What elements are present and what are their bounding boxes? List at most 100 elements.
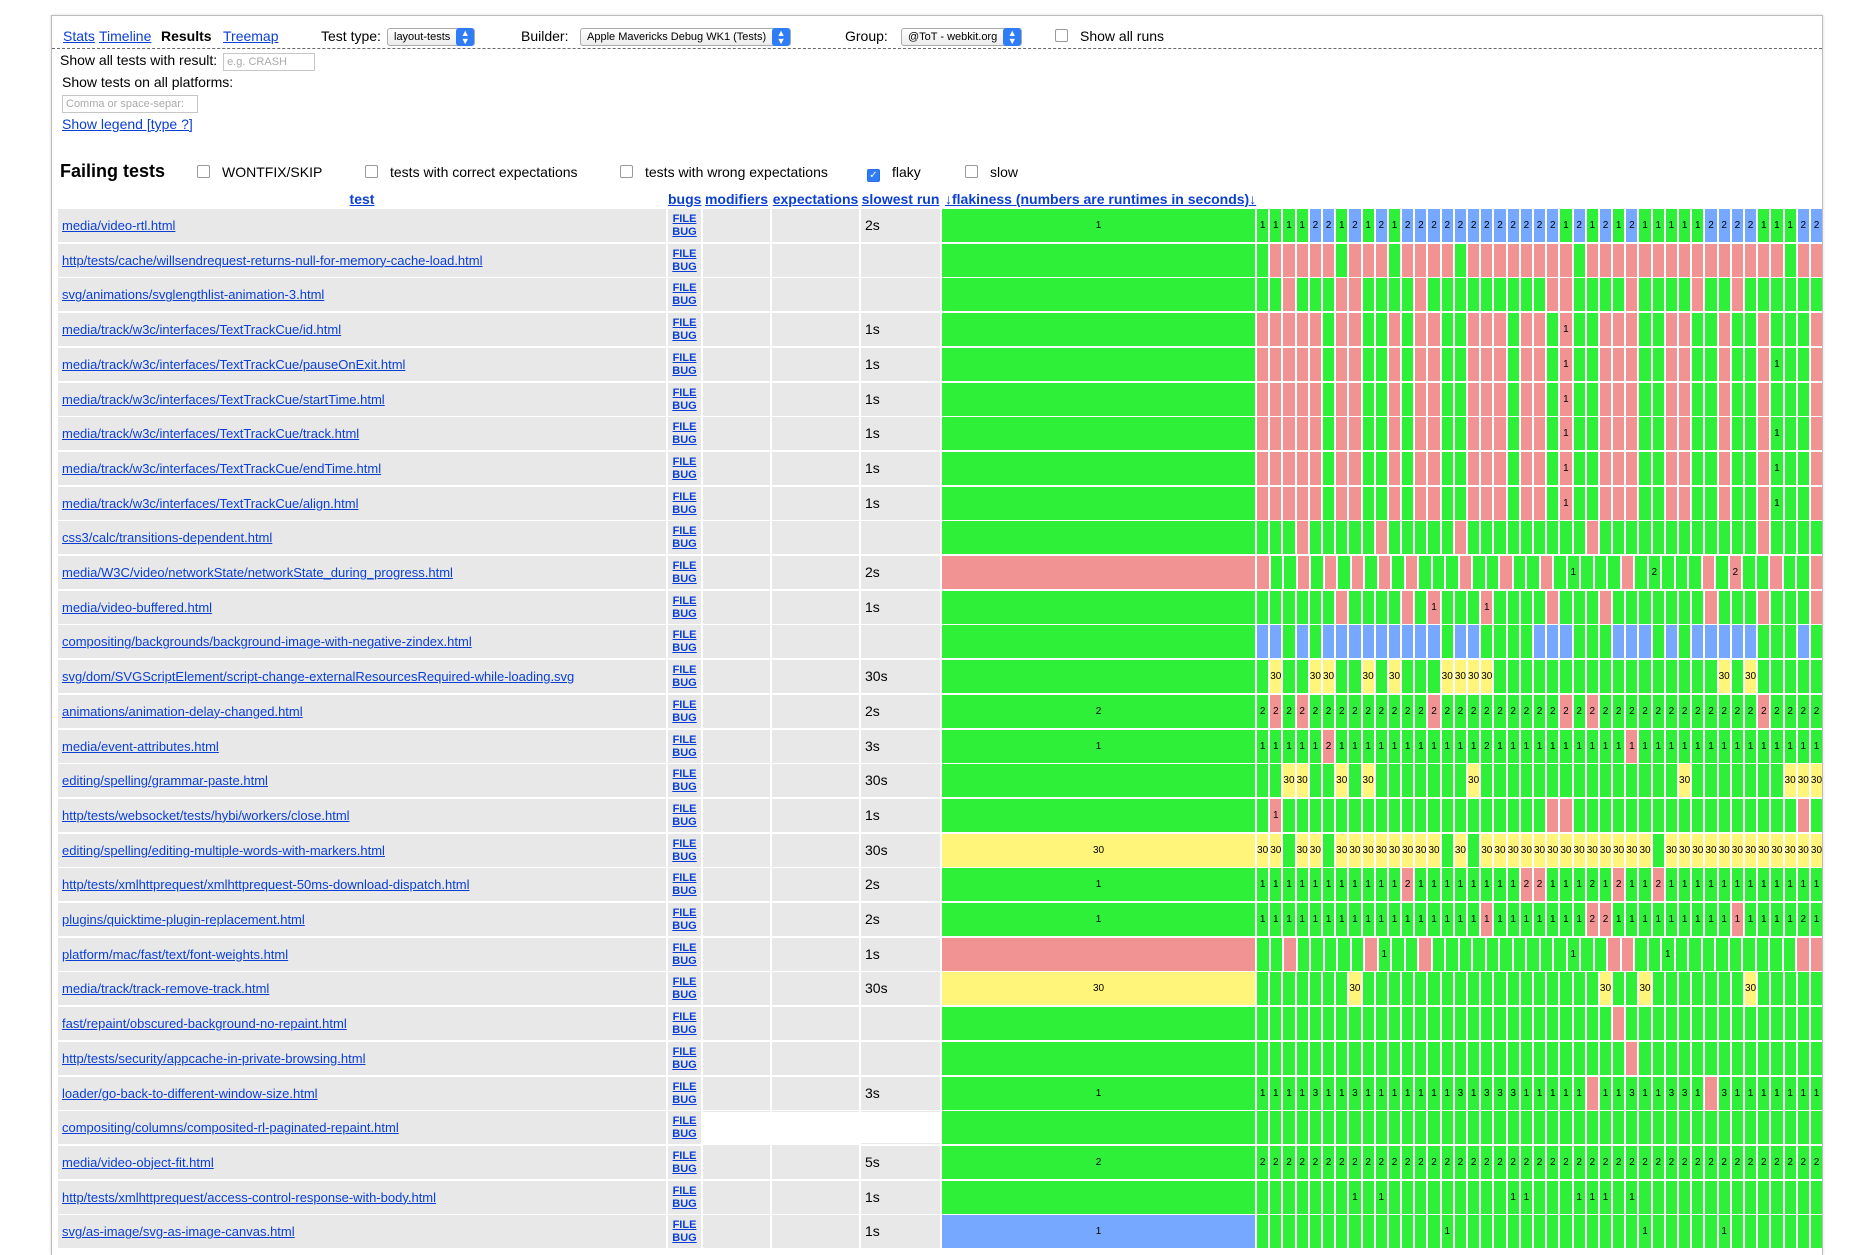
run-result-cell[interactable]	[1415, 521, 1427, 555]
run-result-cell[interactable]	[1679, 1111, 1691, 1145]
run-result-cell[interactable]: 30	[1758, 833, 1770, 867]
run-result-cell[interactable]	[1705, 382, 1717, 416]
run-result-cell[interactable]	[1454, 521, 1466, 555]
run-result-cell[interactable]: 1	[1771, 729, 1783, 763]
run-result-cell[interactable]: 1	[1322, 903, 1335, 936]
run-result-cell[interactable]	[1705, 278, 1717, 312]
run-result-cell[interactable]	[1533, 1111, 1546, 1145]
run-result-cell[interactable]: 1	[1797, 1076, 1809, 1110]
run-result-cell[interactable]: 2	[1507, 209, 1519, 242]
run-result-cell[interactable]	[1784, 625, 1796, 659]
run-result-cell[interactable]	[1692, 451, 1704, 485]
run-result-cell[interactable]	[1626, 278, 1638, 312]
column-bugs[interactable]: bugs	[668, 191, 701, 207]
run-result-cell[interactable]	[1744, 486, 1757, 520]
run-result-cell[interactable]	[1494, 1007, 1506, 1041]
run-result-cell[interactable]	[1441, 1041, 1453, 1075]
run-result-cell[interactable]	[1731, 1111, 1743, 1145]
run-result-cell[interactable]	[1679, 451, 1691, 485]
run-result-cell[interactable]	[1665, 1215, 1677, 1249]
run-result-cell[interactable]	[1705, 1076, 1717, 1110]
run-result-cell[interactable]	[1284, 556, 1296, 589]
run-result-cell[interactable]	[1283, 833, 1295, 867]
run-result-cell[interactable]	[1375, 798, 1387, 832]
run-result-cell[interactable]	[1454, 278, 1466, 312]
run-result-cell[interactable]	[1494, 1041, 1506, 1075]
run-result-cell[interactable]	[1770, 937, 1782, 971]
run-result-cell[interactable]	[1692, 972, 1704, 1006]
run-result-cell[interactable]	[1494, 798, 1506, 832]
summary-result-cell[interactable]: 30	[942, 972, 1255, 1006]
run-result-cell[interactable]	[1520, 347, 1532, 381]
run-result-cell[interactable]: 1	[1494, 868, 1506, 902]
run-result-cell[interactable]: 2	[1309, 694, 1321, 728]
run-result-cell[interactable]	[1507, 347, 1519, 381]
run-result-cell[interactable]: 2	[1428, 694, 1440, 728]
run-result-cell[interactable]	[1270, 521, 1282, 555]
run-result-cell[interactable]	[1547, 590, 1559, 624]
run-result-cell[interactable]	[1336, 1180, 1348, 1214]
run-result-cell[interactable]	[1547, 798, 1559, 832]
run-result-cell[interactable]	[1402, 764, 1414, 798]
test-link[interactable]: plugins/quicktime-plugin-replacement.htm…	[62, 912, 305, 927]
run-result-cell[interactable]: 1	[1533, 729, 1546, 763]
run-result-cell[interactable]	[1692, 243, 1704, 277]
run-result-cell[interactable]	[1573, 590, 1585, 624]
run-result-cell[interactable]	[1257, 1215, 1269, 1249]
run-result-cell[interactable]: 1	[1639, 729, 1651, 763]
run-result-cell[interactable]	[1705, 243, 1717, 277]
run-result-cell[interactable]: 1	[1771, 903, 1783, 936]
run-result-cell[interactable]	[1613, 972, 1625, 1006]
run-result-cell[interactable]	[1533, 764, 1546, 798]
file-bug-link[interactable]: FILE	[673, 1150, 697, 1162]
run-result-cell[interactable]	[1309, 1111, 1321, 1145]
run-result-cell[interactable]	[1771, 1007, 1783, 1041]
platforms-filter-input[interactable]: Comma or space-separ:	[62, 95, 198, 113]
run-result-cell[interactable]	[1581, 556, 1593, 589]
run-result-cell[interactable]	[1648, 937, 1660, 971]
run-result-cell[interactable]	[1283, 451, 1295, 485]
run-result-cell[interactable]	[1586, 313, 1598, 347]
run-result-cell[interactable]: 1	[1349, 1180, 1361, 1214]
run-result-cell[interactable]	[1679, 347, 1691, 381]
run-result-cell[interactable]: 30	[1388, 833, 1401, 867]
file-bug-link[interactable]: FILE	[673, 491, 697, 503]
run-result-cell[interactable]	[1540, 556, 1552, 589]
run-result-cell[interactable]	[1405, 937, 1417, 971]
run-result-cell[interactable]	[1692, 764, 1704, 798]
summary-result-cell[interactable]	[942, 382, 1255, 416]
run-result-cell[interactable]	[1446, 937, 1458, 971]
run-result-cell[interactable]: 1	[1454, 903, 1466, 936]
run-result-cell[interactable]	[1415, 1111, 1427, 1145]
run-result-cell[interactable]: 1	[1744, 1076, 1757, 1110]
run-result-cell[interactable]: 30	[1402, 833, 1414, 867]
run-result-cell[interactable]	[1362, 417, 1374, 451]
run-result-cell[interactable]: 1	[1771, 417, 1783, 451]
run-result-cell[interactable]	[1758, 486, 1770, 520]
run-result-cell[interactable]	[1494, 625, 1506, 659]
summary-result-cell[interactable]	[942, 278, 1255, 312]
nav-timeline-link[interactable]: Timeline	[99, 28, 151, 44]
run-result-cell[interactable]	[1626, 347, 1638, 381]
run-result-cell[interactable]	[1652, 660, 1664, 694]
run-result-cell[interactable]: 1	[1454, 868, 1466, 902]
run-result-cell[interactable]	[1446, 556, 1458, 589]
run-result-cell[interactable]	[1481, 1215, 1493, 1249]
bug-link[interactable]: BUG	[672, 573, 696, 585]
run-result-cell[interactable]	[1626, 625, 1638, 659]
run-result-cell[interactable]	[1599, 382, 1612, 416]
run-result-cell[interactable]: 30	[1454, 660, 1466, 694]
run-result-cell[interactable]	[1336, 521, 1348, 555]
run-result-cell[interactable]: 2	[1322, 1145, 1335, 1179]
run-result-cell[interactable]: 1	[1560, 347, 1572, 381]
run-result-cell[interactable]	[1533, 625, 1546, 659]
run-result-cell[interactable]	[1810, 1041, 1823, 1075]
run-result-cell[interactable]	[1652, 1215, 1664, 1249]
run-result-cell[interactable]	[1665, 1007, 1677, 1041]
run-result-cell[interactable]: 1	[1652, 729, 1664, 763]
run-result-cell[interactable]	[1639, 521, 1651, 555]
run-result-cell[interactable]	[1520, 590, 1532, 624]
run-result-cell[interactable]	[1758, 590, 1770, 624]
run-result-cell[interactable]: 30	[1744, 833, 1757, 867]
run-result-cell[interactable]	[1507, 313, 1519, 347]
